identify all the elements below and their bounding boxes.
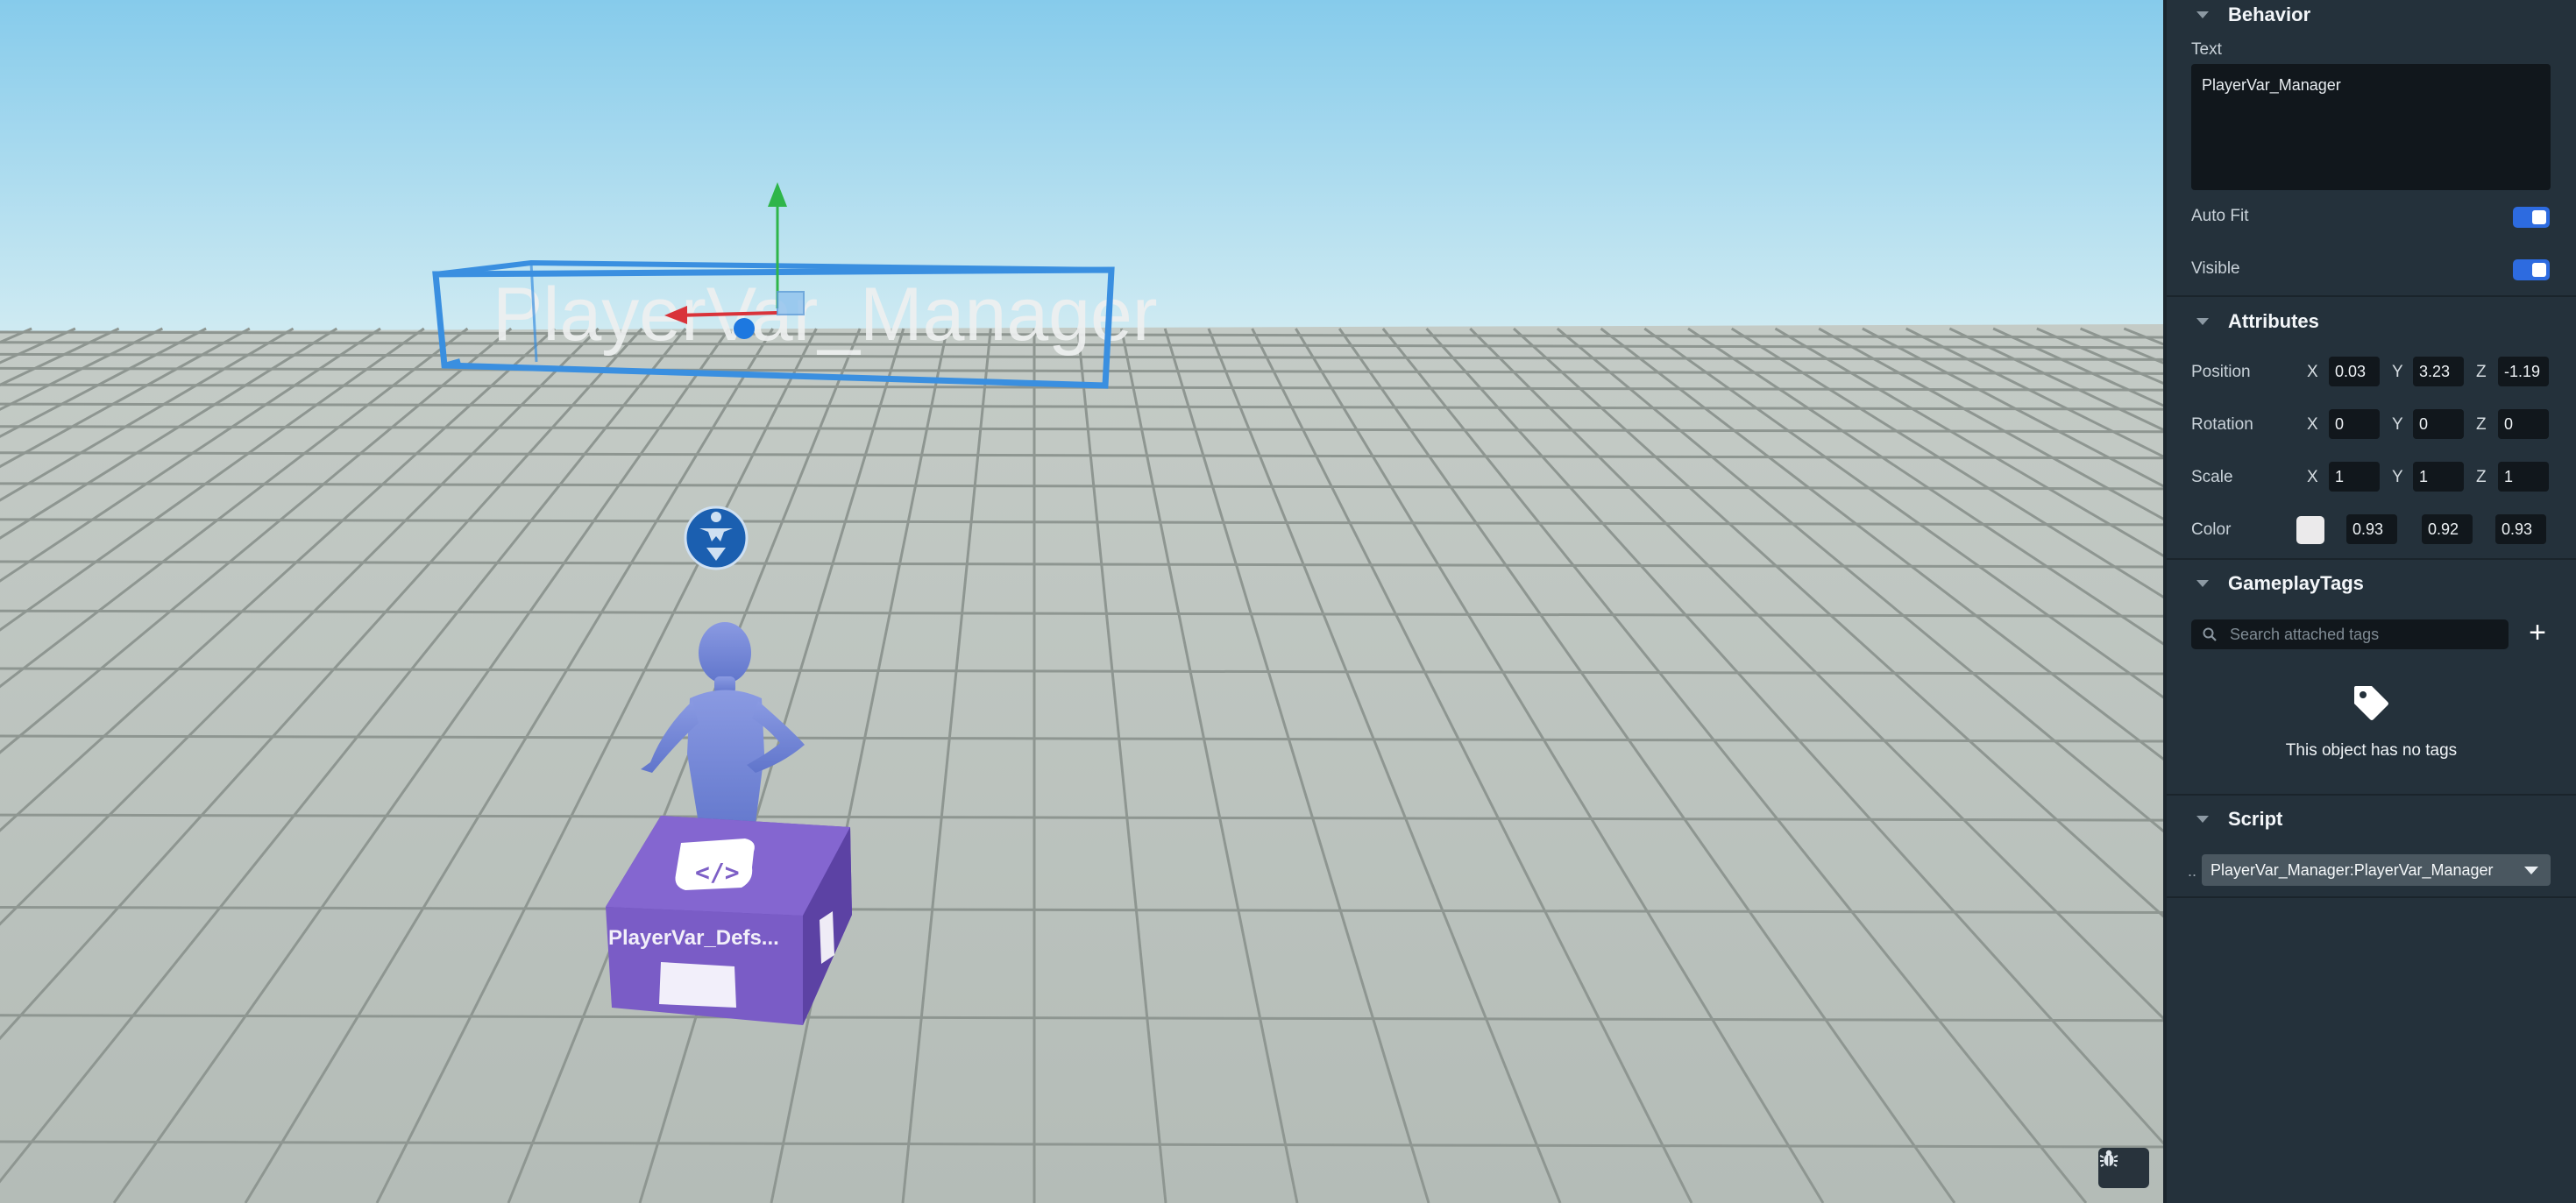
spawn-point-icon xyxy=(684,506,749,570)
autofit-label: Auto Fit xyxy=(2191,207,2249,225)
axis-x-label: X xyxy=(2307,415,2318,434)
script-block: </> PlayerVar_Defs... xyxy=(606,816,852,1025)
axis-y-label: Y xyxy=(2392,468,2403,486)
script-icon: </> xyxy=(675,839,755,890)
scene-canvas[interactable]: PlayerVar_Manager </> PlayerVar_Defs... xyxy=(0,0,2163,1203)
axis-x-label: X xyxy=(2307,468,2318,486)
gizmo-z-handle xyxy=(734,318,755,339)
scale-x-input[interactable]: 1 xyxy=(2329,462,2380,492)
section-divider xyxy=(2167,896,2576,898)
color-b-input[interactable]: 0.93 xyxy=(2495,514,2546,544)
section-divider xyxy=(2167,558,2576,560)
gameplaytags-section-header[interactable]: GameplayTags xyxy=(2167,569,2576,598)
debug-button[interactable] xyxy=(2098,1148,2149,1188)
scale-label: Scale xyxy=(2191,468,2233,486)
caret-down-icon xyxy=(2524,867,2538,874)
color-g-input[interactable]: 0.92 xyxy=(2422,514,2473,544)
gameplaytags-title: GameplayTags xyxy=(2228,572,2364,594)
script-ellipsis: .. xyxy=(2188,862,2197,880)
section-divider xyxy=(2167,295,2576,297)
svg-text:</>: </> xyxy=(695,858,740,887)
text-value-field[interactable]: PlayerVar_Manager xyxy=(2191,64,2551,190)
floating-text-label: PlayerVar_Manager xyxy=(493,272,1157,357)
behavior-title: Behavior xyxy=(2228,4,2311,25)
chevron-down-icon xyxy=(2196,816,2209,823)
rotation-label: Rotation xyxy=(2191,415,2253,434)
position-y-input[interactable]: 3.23 xyxy=(2413,357,2464,386)
axis-y-label: Y xyxy=(2392,363,2403,381)
color-swatch[interactable] xyxy=(2296,516,2324,544)
tag-search-input[interactable] xyxy=(2228,624,2494,645)
position-label: Position xyxy=(2191,363,2251,381)
scale-y-input[interactable]: 1 xyxy=(2413,462,2464,492)
attributes-section-header[interactable]: Attributes xyxy=(2167,307,2576,336)
tag-search-field[interactable] xyxy=(2191,619,2509,649)
visible-label: Visible xyxy=(2191,259,2240,278)
color-r-input[interactable]: 0.93 xyxy=(2346,514,2397,544)
gizmo-plane-handle xyxy=(777,291,805,315)
bug-icon xyxy=(2099,1150,2118,1167)
attributes-title: Attributes xyxy=(2228,310,2319,332)
axis-y-label: Y xyxy=(2392,415,2403,434)
properties-panel: Behavior Text PlayerVar_Manager Auto Fit… xyxy=(2163,0,2576,1203)
behavior-section-header[interactable]: Behavior xyxy=(2167,0,2576,30)
script-selected-value: PlayerVar_Manager:PlayerVar_Manager xyxy=(2211,860,2494,879)
axis-z-label: Z xyxy=(2476,363,2487,381)
script-block-label: PlayerVar_Defs... xyxy=(608,926,779,950)
script-section-header[interactable]: Script xyxy=(2167,804,2576,834)
axis-z-label: Z xyxy=(2476,415,2487,434)
rotation-y-input[interactable]: 0 xyxy=(2413,409,2464,439)
rotation-x-input[interactable]: 0 xyxy=(2329,409,2380,439)
axis-z-label: Z xyxy=(2476,468,2487,486)
script-select[interactable]: PlayerVar_Manager:PlayerVar_Manager xyxy=(2202,854,2551,886)
script-title: Script xyxy=(2228,808,2283,830)
autofit-toggle[interactable] xyxy=(2513,207,2550,228)
scene-viewport[interactable]: PlayerVar_Manager </> PlayerVar_Defs... xyxy=(0,0,2163,1203)
text-label: Text xyxy=(2191,40,2222,59)
scale-z-input[interactable]: 1 xyxy=(2498,462,2549,492)
position-z-input[interactable]: -1.19 xyxy=(2498,357,2549,386)
add-tag-button[interactable]: + xyxy=(2524,618,2551,647)
chevron-down-icon xyxy=(2196,318,2209,325)
no-tags-message: This object has no tags xyxy=(2285,741,2458,760)
chevron-down-icon xyxy=(2196,580,2209,587)
rotation-z-input[interactable]: 0 xyxy=(2498,409,2549,439)
search-icon xyxy=(2203,627,2217,641)
chevron-down-icon xyxy=(2196,11,2209,18)
tag-icon xyxy=(2354,686,2388,720)
visible-toggle[interactable] xyxy=(2513,259,2550,280)
section-divider xyxy=(2167,794,2576,796)
color-label: Color xyxy=(2191,520,2232,539)
position-x-input[interactable]: 0.03 xyxy=(2329,357,2380,386)
axis-x-label: X xyxy=(2307,363,2318,381)
